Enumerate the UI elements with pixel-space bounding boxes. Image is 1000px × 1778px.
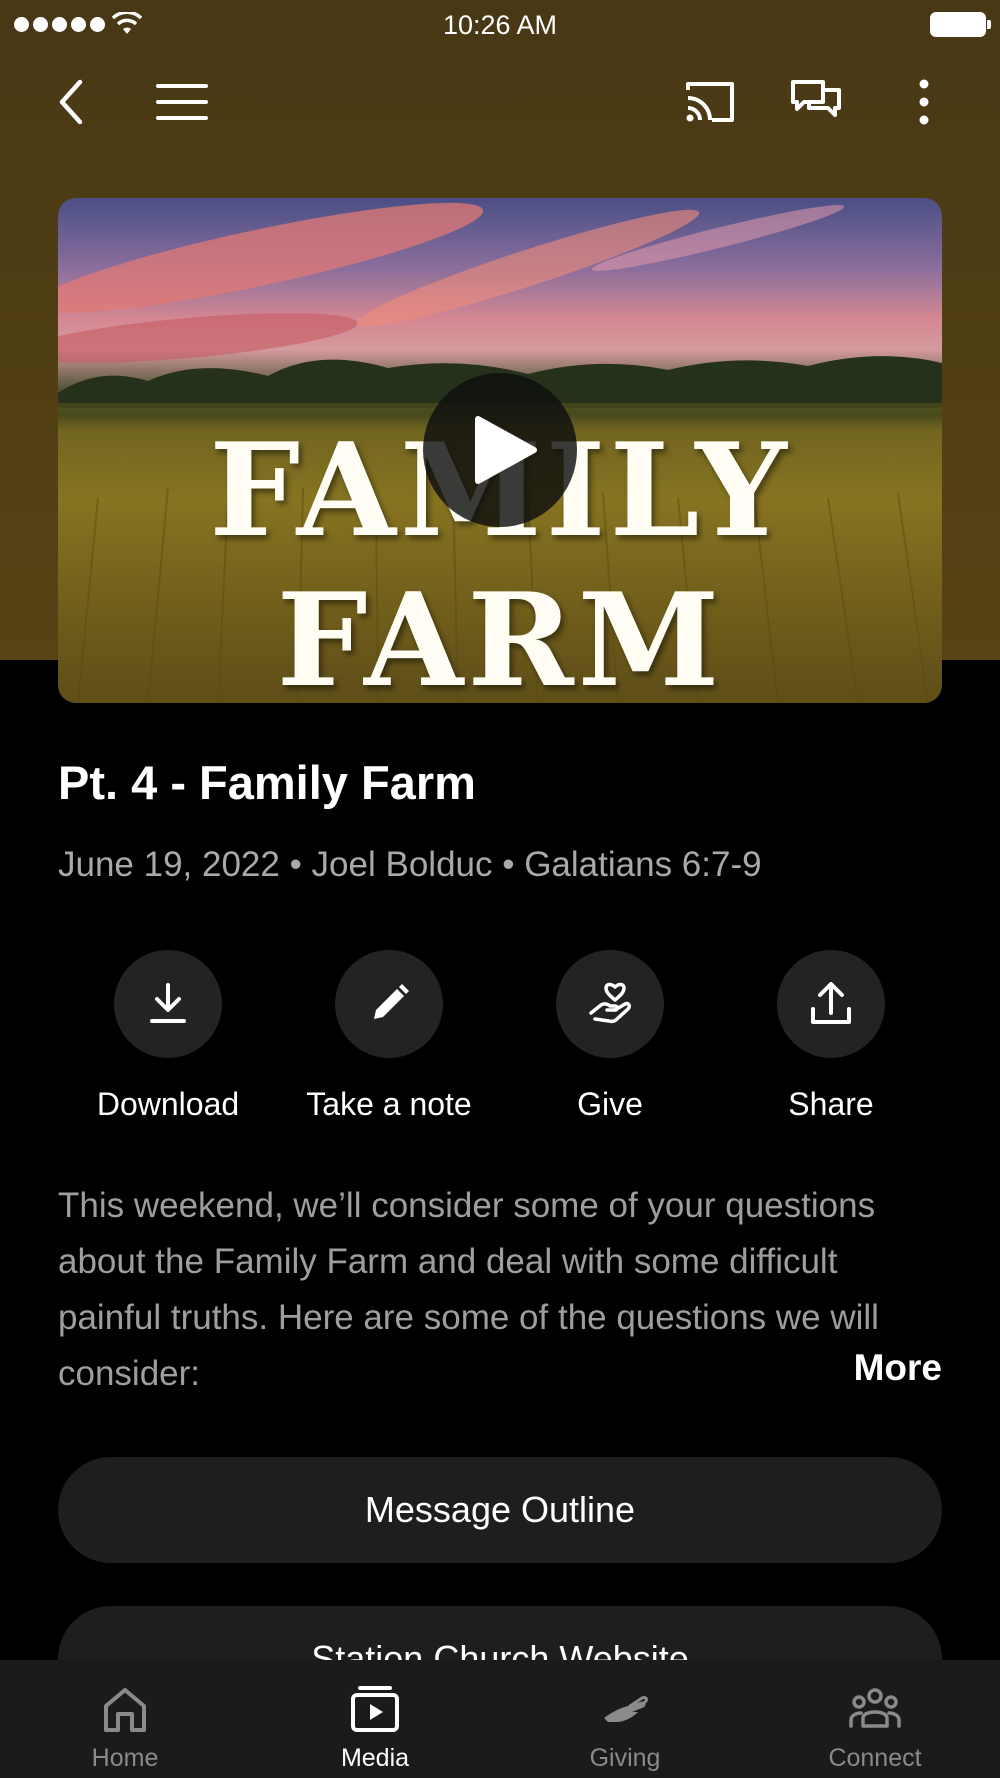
more-vertical-icon: [919, 79, 929, 125]
sermon-meta: June 19, 2022 • Joel Bolduc • Galatians …: [58, 845, 762, 884]
take-note-label: Take a note: [306, 1086, 472, 1122]
tab-media[interactable]: Media: [250, 1660, 500, 1778]
sermon-description: This weekend, we’ll consider some of you…: [58, 1186, 879, 1393]
menu-icon: [156, 84, 208, 120]
tab-giving-label: Giving: [589, 1744, 661, 1772]
download-button[interactable]: [114, 950, 222, 1058]
take-note-button[interactable]: [335, 950, 443, 1058]
connect-icon: [849, 1688, 901, 1728]
download-label: Download: [96, 1086, 240, 1122]
share-label: Share: [788, 1086, 874, 1122]
status-time: 10:26 AM: [442, 10, 558, 40]
pencil-icon: [374, 984, 409, 1019]
share-button[interactable]: [777, 950, 885, 1058]
back-arrow-icon: [59, 79, 83, 125]
take-note-action[interactable]: Take a note: [279, 950, 499, 1123]
tab-bar: Home Media Giving Connect: [0, 1660, 1000, 1778]
more-options-button[interactable]: [892, 70, 956, 134]
play-icon: [475, 416, 537, 484]
share-icon: [811, 982, 851, 1024]
tab-connect[interactable]: Connect: [750, 1660, 1000, 1778]
battery-icon: [930, 12, 991, 37]
give-button[interactable]: [556, 950, 664, 1058]
menu-button[interactable]: [150, 70, 214, 134]
play-button[interactable]: [423, 373, 577, 527]
giving-icon: [604, 1696, 648, 1722]
tab-home[interactable]: Home: [0, 1660, 250, 1778]
message-outline-button[interactable]: Message Outline: [58, 1457, 942, 1563]
chat-icon: [791, 80, 841, 117]
download-action[interactable]: Download: [58, 950, 278, 1123]
message-outline-label: Message Outline: [364, 1489, 636, 1530]
share-action[interactable]: Share: [721, 950, 941, 1123]
video-thumbnail[interactable]: FAMILY FARM: [58, 198, 942, 703]
cast-button[interactable]: [678, 70, 742, 134]
status-bar: 10:26 AM: [0, 0, 1000, 50]
give-action[interactable]: Give: [500, 950, 720, 1123]
cast-icon: [686, 82, 734, 122]
tab-home-label: Home: [91, 1744, 159, 1772]
tab-media-label: Media: [340, 1744, 410, 1772]
chat-button[interactable]: [784, 70, 848, 134]
download-icon: [150, 983, 186, 1023]
back-button[interactable]: [42, 70, 106, 134]
tab-giving[interactable]: Giving: [500, 1660, 750, 1778]
give-heart-hand-icon: [589, 982, 631, 1024]
tab-connect-label: Connect: [828, 1744, 922, 1772]
home-icon: [104, 1688, 146, 1732]
more-link[interactable]: More: [854, 1347, 942, 1389]
give-label: Give: [577, 1086, 643, 1122]
media-icon: [351, 1686, 399, 1732]
sermon-title: Pt. 4 - Family Farm: [58, 756, 476, 809]
